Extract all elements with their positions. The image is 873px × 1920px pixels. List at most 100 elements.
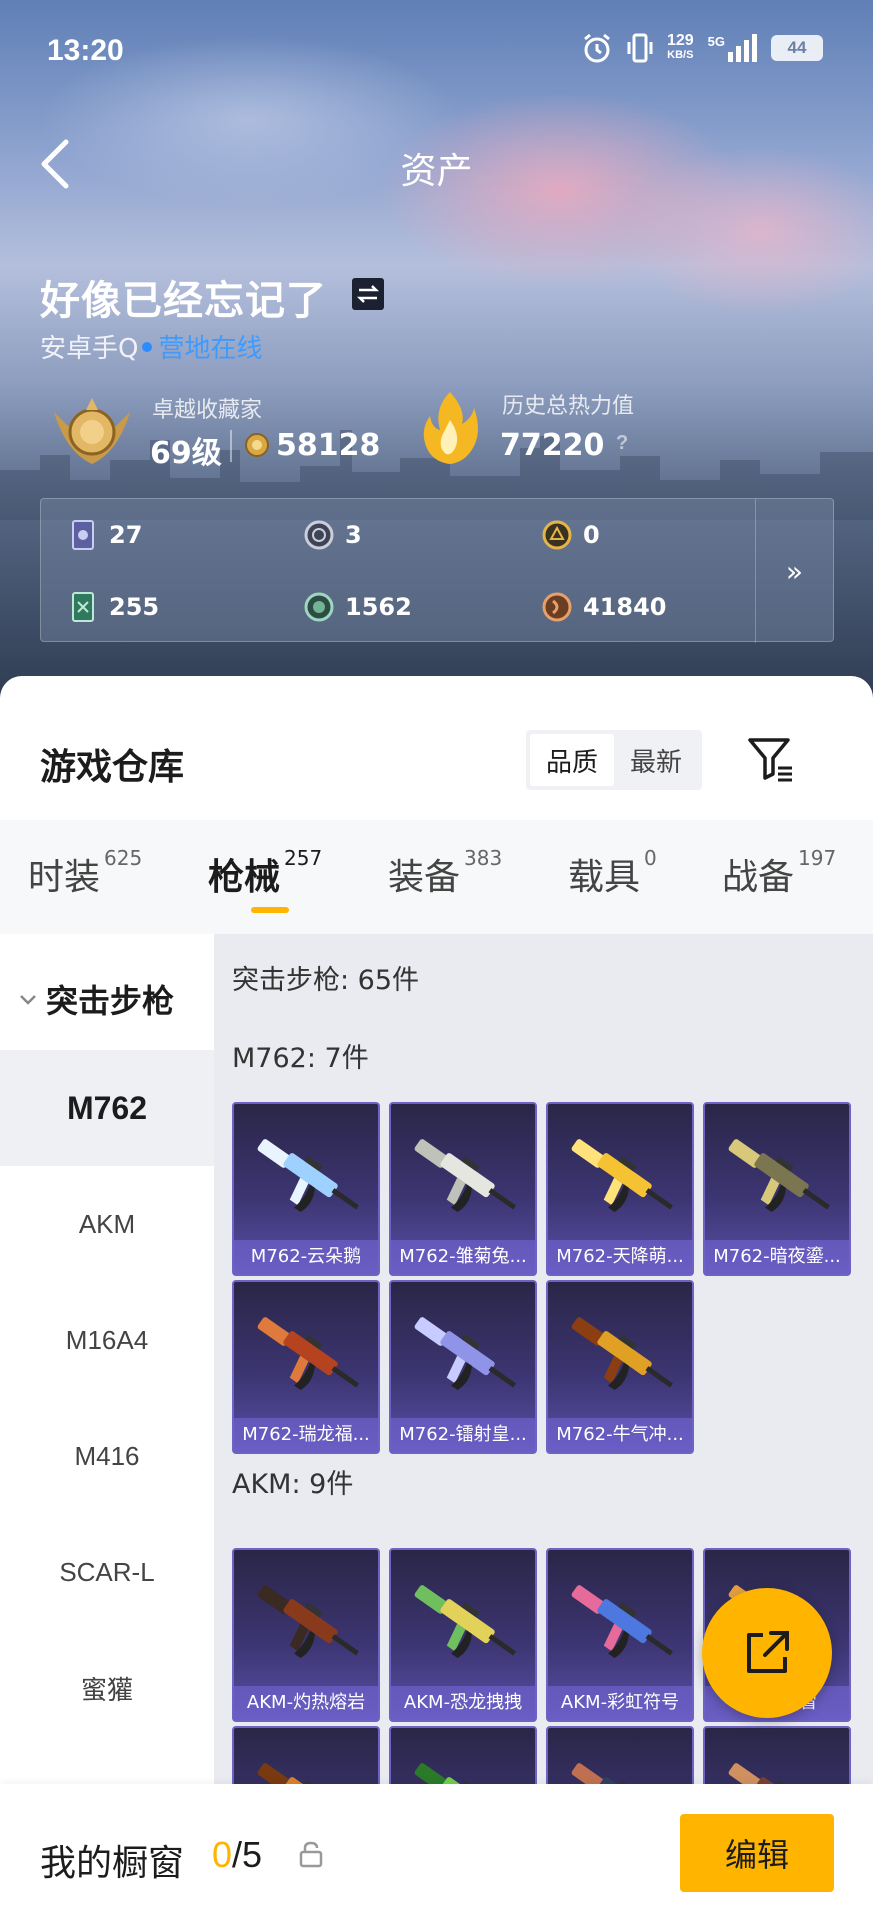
filter-icon[interactable] (744, 732, 796, 784)
online-status: 营地在线 (158, 334, 263, 364)
rifle-skin-icon (728, 1763, 809, 1784)
weapon-skin-name: M762-瑞龙福... (234, 1418, 378, 1452)
network-speed: 129 KB/S (666, 32, 694, 62)
rifle-skin-icon (257, 1585, 359, 1659)
collector-points: 58128 (276, 428, 381, 463)
tab-supplies[interactable]: 战备 197 (722, 846, 836, 900)
tab-vehicles[interactable]: 载具 0 (568, 846, 657, 900)
resource-item: 255 (67, 591, 159, 623)
bronze-coin-icon (542, 592, 572, 622)
weapon-skin-name: M762-牛气冲... (548, 1418, 692, 1452)
tab-guns[interactable]: 枪械 257 (208, 846, 322, 900)
online-dot (142, 341, 153, 352)
weapon-skin-name: M762-镭射皇... (391, 1418, 535, 1452)
lock-icon (299, 1841, 323, 1868)
heat-label: 历史总热力值 (502, 394, 635, 419)
switch-account-icon[interactable] (352, 278, 384, 310)
green-coin-icon (304, 592, 334, 622)
sort-newest-button[interactable]: 最新 (614, 734, 698, 786)
share-button[interactable] (702, 1588, 832, 1718)
alarm-icon (584, 33, 610, 63)
rifle-skin-icon (571, 1317, 673, 1391)
rifle-skin-icon (571, 1139, 673, 1213)
status-icons: 129 KB/S 5G 44 (581, 32, 823, 64)
subnav-group-assault-rifle[interactable]: 突击步枪 (18, 976, 174, 1022)
weapon-skin-card[interactable]: M762-天降萌... (546, 1102, 694, 1276)
platform-label: 安卓手Q (40, 334, 139, 364)
group-title-m762: M762: 7件 (232, 1043, 369, 1074)
weapon-skin-card[interactable]: M762-云朵鹅 (232, 1102, 380, 1276)
sort-quality-button[interactable]: 品质 (530, 734, 614, 786)
subnav-item-m16a4[interactable]: M16A4 (0, 1282, 214, 1398)
weapon-skin-card[interactable]: AKM-彩虹符号 (546, 1548, 694, 1722)
help-icon[interactable]: ? (616, 432, 628, 455)
weapon-skin-name: M762-雏菊兔... (391, 1240, 535, 1274)
weapon-skin-name: M762-云朵鹅 (234, 1240, 378, 1274)
warehouse-title: 游戏仓库 (40, 747, 185, 788)
resource-item: 1562 (303, 591, 412, 623)
showcase-label: 我的橱窗 (40, 1843, 185, 1884)
weapon-skin-card[interactable]: M762-镭射皇... (389, 1280, 537, 1454)
green-card-icon (72, 592, 94, 622)
tab-equipment[interactable]: 装备 383 (388, 846, 502, 900)
weapon-skin-card[interactable] (232, 1726, 380, 1784)
status-time: 13:20 (47, 34, 124, 67)
edit-button[interactable]: 编辑 (680, 1814, 834, 1892)
rifle-skin-icon (414, 1585, 516, 1659)
gold-emblem-icon (542, 520, 572, 550)
resources-more-button[interactable]: » (755, 499, 833, 643)
subnav-item-honey-badger[interactable]: 蜜獾 (0, 1630, 214, 1746)
weapon-skin-card[interactable]: M762-暗夜鎏... (703, 1102, 851, 1276)
subnav-item-akm[interactable]: AKM (0, 1166, 214, 1282)
weapon-skin-card[interactable]: M762-瑞龙福... (232, 1280, 380, 1454)
weapon-skin-card[interactable]: M762-牛气冲... (546, 1280, 694, 1454)
subnav-item-m762[interactable]: M762 (0, 1050, 214, 1166)
rifle-skin-icon (414, 1317, 516, 1391)
resource-item: 0 (541, 519, 600, 551)
external-link-icon (747, 1631, 789, 1673)
stat-divider (230, 430, 232, 462)
active-tab-indicator (251, 907, 289, 913)
collector-coin-icon (245, 433, 269, 457)
collector-level: 69级 (150, 436, 222, 471)
weapon-skin-name: AKM-恐龙拽拽 (391, 1686, 535, 1720)
weapon-skin-card[interactable]: AKM-恐龙拽拽 (389, 1548, 537, 1722)
rifle-skin-icon (728, 1139, 830, 1213)
weapon-skin-card[interactable]: AKM-灼热熔岩 (232, 1548, 380, 1722)
resource-item: 27 (67, 519, 142, 551)
weapon-skin-card[interactable] (703, 1726, 851, 1784)
chevron-down-icon (20, 995, 36, 1005)
category-count: 突击步枪: 65件 (232, 965, 420, 996)
collector-title: 卓越收藏家 (152, 398, 263, 423)
tab-fashion[interactable]: 时装 625 (28, 846, 142, 900)
sort-toggle: 品质 最新 (526, 730, 702, 790)
rifle-skin-icon (571, 1585, 673, 1659)
purple-card-icon (72, 520, 94, 550)
heat-value: 77220 (500, 428, 605, 463)
flame-icon (423, 392, 478, 464)
subnav-item-m416[interactable]: M416 (0, 1398, 214, 1514)
resource-item: 41840 (541, 591, 667, 623)
rifle-skin-icon (257, 1763, 338, 1784)
signal-icon: 5G (708, 34, 757, 62)
rifle-skin-icon (257, 1317, 359, 1391)
silver-coin-icon (304, 520, 334, 550)
collector-badge-icon (54, 398, 130, 464)
rifle-skin-icon (414, 1763, 495, 1784)
vibrate-icon (627, 33, 653, 63)
weapon-skin-name: M762-暗夜鎏... (705, 1240, 849, 1274)
weapon-skin-card[interactable] (546, 1726, 694, 1784)
weapon-skin-card[interactable] (389, 1726, 537, 1784)
weapon-skin-name: AKM-彩虹符号 (548, 1686, 692, 1720)
subnav-item-scar-l[interactable]: SCAR-L (0, 1514, 214, 1630)
weapon-skin-name: AKM-灼热熔岩 (234, 1686, 378, 1720)
player-name: 好像已经忘记了 (40, 278, 327, 324)
showcase-count: 0/5 (212, 1834, 263, 1875)
group-title-akm: AKM: 9件 (232, 1469, 354, 1500)
resources-panel: 27 3 0 255 1562 41840 » (40, 498, 834, 643)
platform-status: 安卓手Q 营地在线 (40, 328, 262, 365)
rifle-skin-icon (414, 1139, 516, 1213)
weapon-skin-card[interactable]: M762-雏菊兔... (389, 1102, 537, 1276)
weapon-skin-name: M762-天降萌... (548, 1240, 692, 1274)
rifle-skin-icon (571, 1763, 652, 1784)
